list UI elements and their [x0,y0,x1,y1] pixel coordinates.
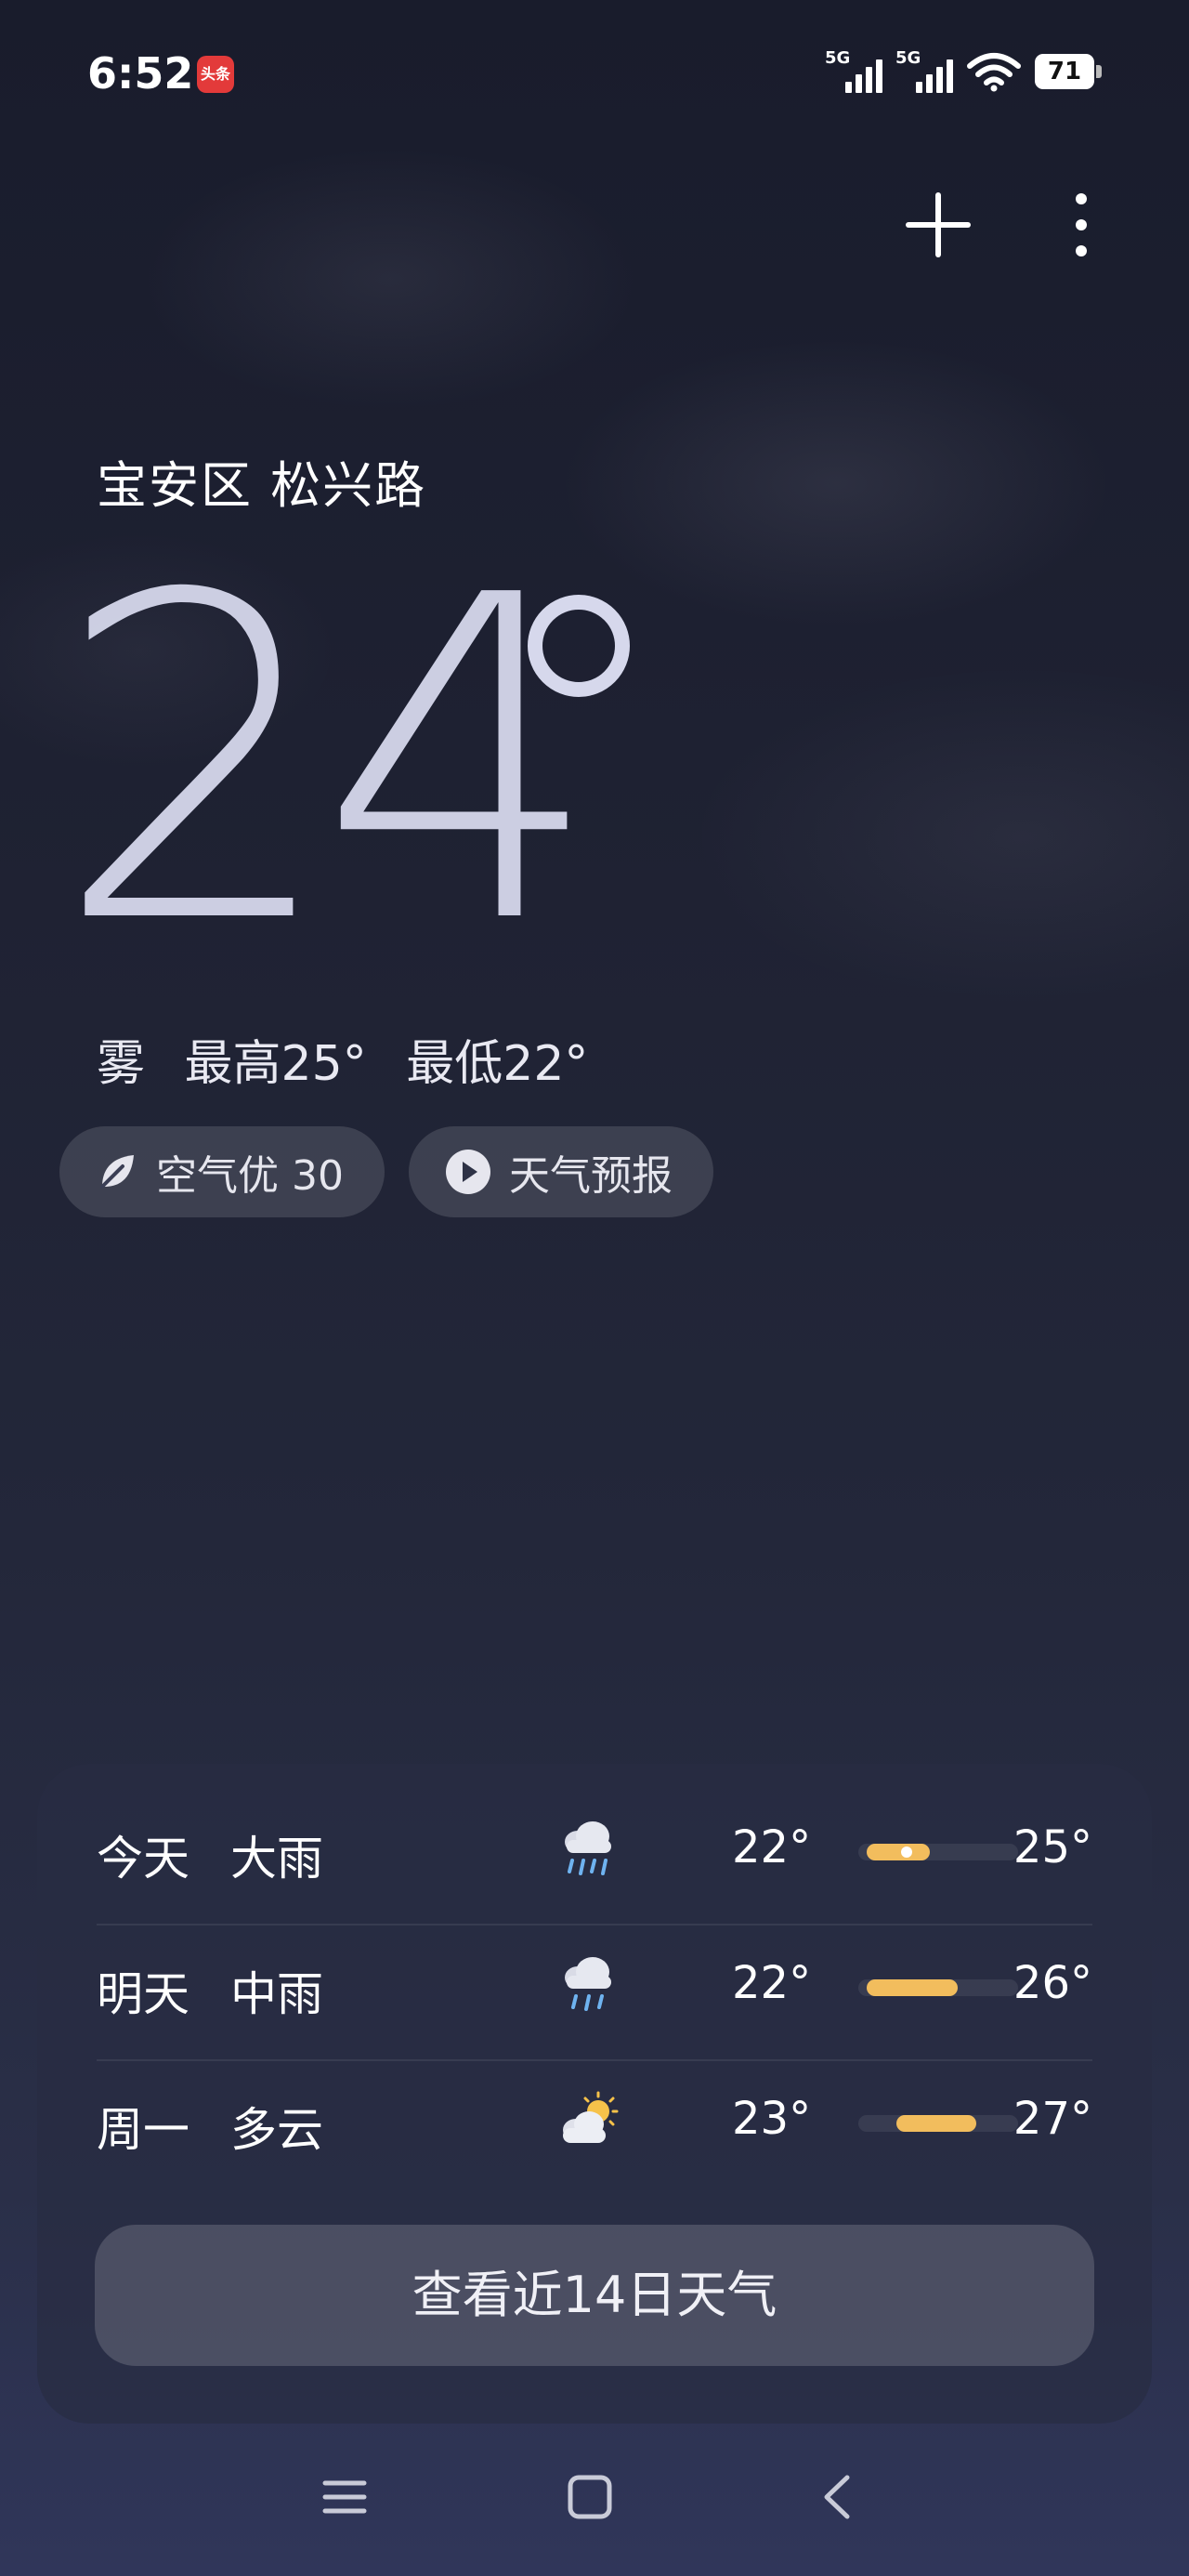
partly-cloudy-icon [563,2091,619,2143]
forecast-row-today[interactable]: 今天 大雨 22° 25° [97,1781,1092,1916]
forecast-row-monday[interactable]: 周一 多云 23° 27° [97,2052,1092,2188]
weather-forecast-label: 天气预报 [508,1152,673,1200]
status-bar: 6:52 头条 5G 5G 71 [0,0,1189,149]
home-nav-button[interactable] [565,2472,615,2522]
navigation-bar [0,2453,1189,2546]
forecast-low: 23° [732,2093,812,2145]
leaf-icon [100,1155,134,1189]
today-low: 最低22° [406,1036,589,1092]
temp-range-bar [858,1844,1018,1860]
temp-range-fill [866,1844,931,1860]
current-temp-marker [900,1847,912,1858]
weather-forecast-chip[interactable]: 天气预报 [408,1126,713,1217]
status-time: 6:52 [87,48,194,99]
info-chips: 空气优 30 天气预报 [59,1126,713,1217]
air-quality-label: 空气优 30 [156,1152,344,1200]
signal-1-icon: 5G [825,48,882,95]
more-options-button[interactable] [1059,190,1104,260]
moderate-rain-icon [565,1957,611,2011]
temp-range-bar [858,1979,1018,1996]
signal-2-icon: 5G [895,48,953,95]
back-nav-button[interactable] [814,2472,864,2522]
battery-indicator: 71 [1035,54,1102,89]
heavy-rain-icon [565,1821,611,1875]
forecast-low: 22° [732,1957,812,2009]
forecast-high: 26° [1013,1957,1092,2009]
degree-symbol [528,595,630,697]
play-icon [445,1150,490,1194]
forecast-condition: 大雨 [230,1832,323,1886]
today-high: 最高25° [184,1036,367,1092]
forecast-condition: 中雨 [230,1967,323,2021]
forecast-day: 明天 [97,1967,189,2021]
current-condition: 雾 [97,1036,146,1092]
air-quality-chip[interactable]: 空气优 30 [59,1126,385,1217]
forecast-low: 22° [732,1821,812,1873]
forecast-day: 周一 [97,2103,189,2157]
temp-range-fill [866,1979,958,1996]
temp-range-fill [896,2115,977,2132]
forecast-row-tomorrow[interactable]: 明天 中雨 22° 26° [97,1916,1092,2052]
forecast-card: 今天 大雨 22° 25° 明天 中雨 22° 26° 周一 多云 23° 27… [37,1764,1152,2424]
forecast-day: 今天 [97,1832,189,1886]
current-temperature: 24 [54,502,603,1021]
temp-range-bar [858,2115,1018,2132]
forecast-high: 27° [1013,2093,1092,2145]
view-14-day-forecast-button[interactable]: 查看近14日天气 [95,2225,1094,2366]
forecast-condition: 多云 [230,2103,323,2157]
status-icons: 5G 5G 71 [825,48,1102,95]
toutiao-app-icon: 头条 [197,56,234,93]
menu-nav-button[interactable] [320,2472,370,2522]
add-city-button[interactable] [903,190,973,260]
forecast-high: 25° [1013,1821,1092,1873]
weather-summary: 雾 最高25° 最低22° [97,1024,612,1094]
wifi-icon [967,53,1021,92]
